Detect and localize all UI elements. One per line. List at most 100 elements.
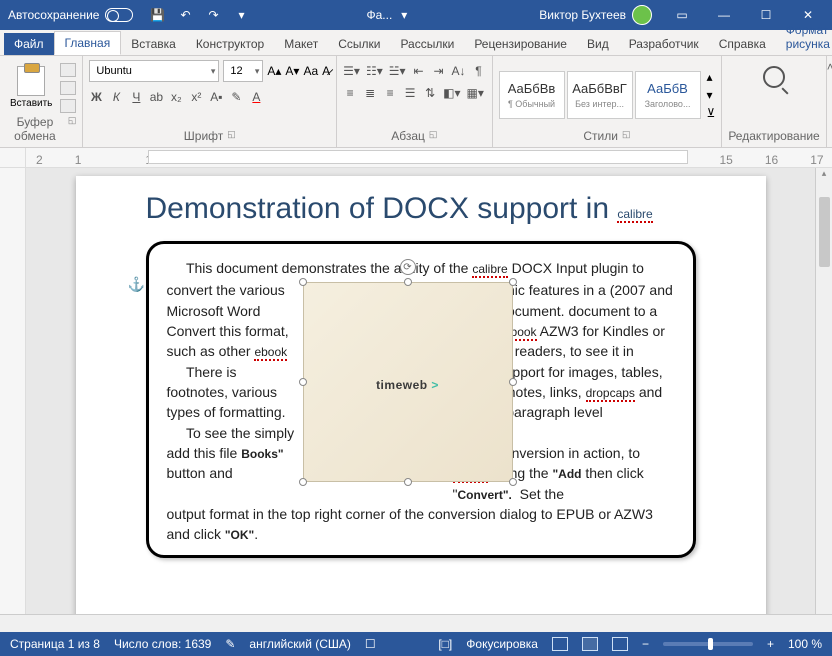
status-lang[interactable]: английский (США) [249, 637, 350, 651]
ribbon-options-icon[interactable]: ▭ [662, 2, 702, 28]
resize-handle[interactable] [404, 278, 412, 286]
tab-help[interactable]: Справка [709, 33, 776, 55]
collapse-ribbon-icon[interactable]: ˄ [827, 56, 832, 147]
bold-icon[interactable]: Ж [89, 90, 103, 104]
justify-icon[interactable]: ☰ [403, 86, 417, 100]
show-marks-icon[interactable]: ¶ [472, 64, 486, 78]
font-name-select[interactable]: Ubuntu [89, 60, 219, 82]
horizontal-scrollbar[interactable] [0, 614, 832, 632]
resize-handle[interactable] [509, 378, 517, 386]
numbering-icon[interactable]: ☷▾ [366, 64, 383, 78]
tab-format[interactable]: Формат рисунка [776, 19, 832, 55]
minimize-icon[interactable]: — [704, 2, 744, 28]
clear-format-icon[interactable]: A̷ [322, 64, 330, 78]
tab-mail[interactable]: Рассылки [390, 33, 464, 55]
tab-review[interactable]: Рецензирование [464, 33, 577, 55]
change-case-icon[interactable]: Aa [303, 64, 318, 78]
styles-down-icon[interactable]: ▾ [707, 88, 716, 102]
styles-up-icon[interactable]: ▴ [707, 70, 716, 84]
resize-handle[interactable] [509, 478, 517, 486]
style-heading[interactable]: АаБбВЗаголово... [635, 71, 701, 119]
format-painter-icon[interactable] [60, 99, 76, 113]
web-layout-icon[interactable] [612, 637, 628, 651]
cut-icon[interactable] [60, 63, 76, 77]
tab-view[interactable]: Вид [577, 33, 619, 55]
style-nospacing[interactable]: АаБбВвГБез интер... [567, 71, 633, 119]
clipboard-launcher-icon[interactable]: ◱ [68, 115, 77, 143]
sort-icon[interactable]: A↓ [452, 64, 466, 78]
grow-font-icon[interactable]: A▴ [267, 64, 281, 78]
tab-layout[interactable]: Макет [274, 33, 328, 55]
selected-image[interactable]: timeweb > ⟳ [303, 282, 513, 482]
superscript-icon[interactable]: x² [189, 90, 203, 104]
zoom-slider[interactable] [663, 642, 753, 646]
qat-more-icon[interactable]: ▾ [233, 7, 249, 23]
multilevel-icon[interactable]: ☱▾ [389, 64, 406, 78]
status-page[interactable]: Страница 1 из 8 [10, 637, 100, 651]
bullets-icon[interactable]: ☰▾ [343, 64, 360, 78]
underline-icon[interactable]: Ч [129, 90, 143, 104]
tab-design[interactable]: Конструктор [186, 33, 274, 55]
resize-handle[interactable] [404, 478, 412, 486]
print-layout-icon[interactable] [582, 637, 598, 651]
font-color-icon[interactable]: A [249, 90, 263, 104]
paragraph-end: output format in the top right corner of… [167, 504, 675, 545]
font-launcher-icon[interactable]: ◱ [227, 129, 236, 143]
page[interactable]: Demonstration of DOCX support in calibre… [76, 176, 766, 614]
style-normal[interactable]: АаБбВв¶ Обычный [499, 71, 565, 119]
vertical-scrollbar[interactable]: ▴ [815, 168, 832, 614]
anchor-icon[interactable]: ⚓ [128, 276, 145, 293]
shading-icon[interactable]: ◧▾ [443, 86, 460, 100]
zoom-out-icon[interactable]: − [642, 637, 649, 651]
toggle-switch[interactable] [105, 8, 133, 22]
focus-mode-icon[interactable]: [□] [438, 637, 452, 651]
status-words[interactable]: Число слов: 1639 [114, 637, 211, 651]
vertical-ruler[interactable] [0, 168, 26, 614]
indent-dec-icon[interactable]: ⇤ [412, 64, 426, 78]
subscript-icon[interactable]: x₂ [169, 90, 183, 104]
italic-icon[interactable]: К [109, 90, 123, 104]
redo-icon[interactable]: ↷ [205, 7, 221, 23]
horizontal-ruler[interactable]: 2112345678910111213141516171819 [0, 148, 832, 168]
align-center-icon[interactable]: ≣ [363, 86, 377, 100]
zoom-value[interactable]: 100 % [788, 637, 822, 651]
user-account[interactable]: Виктор Бухтеев [539, 5, 652, 25]
read-mode-icon[interactable] [552, 637, 568, 651]
styles-launcher-icon[interactable]: ◱ [622, 129, 631, 143]
resize-handle[interactable] [299, 478, 307, 486]
zoom-in-icon[interactable]: + [767, 637, 774, 651]
tab-refs[interactable]: Ссылки [328, 33, 390, 55]
line-spacing-icon[interactable]: ⇅ [423, 86, 437, 100]
title-dropdown-icon[interactable]: ▾ [396, 7, 412, 23]
status-accessibility-icon[interactable]: ☐ [365, 637, 376, 651]
status-proofing-icon[interactable]: ✎ [225, 637, 235, 651]
save-icon[interactable]: 💾 [149, 7, 165, 23]
strike-icon[interactable]: ab [149, 90, 163, 104]
indent-inc-icon[interactable]: ⇥ [432, 64, 446, 78]
styles-gallery[interactable]: АаБбВв¶ Обычный АаБбВвГБез интер... АаБб… [499, 71, 701, 119]
resize-handle[interactable] [299, 278, 307, 286]
styles-more-icon[interactable]: ⊻ [707, 106, 716, 120]
tab-file[interactable]: Файл [4, 33, 54, 55]
align-right-icon[interactable]: ≡ [383, 86, 397, 100]
text-effects-icon[interactable]: A▪ [209, 90, 223, 104]
rotate-handle-icon[interactable]: ⟳ [400, 259, 416, 275]
resize-handle[interactable] [299, 378, 307, 386]
paste-button[interactable]: Вставить [6, 64, 56, 111]
copy-icon[interactable] [60, 81, 76, 95]
highlight-icon[interactable]: ✎ [229, 90, 243, 104]
tab-home[interactable]: Главная [54, 31, 122, 55]
resize-handle[interactable] [509, 278, 517, 286]
autosave-toggle[interactable]: Автосохранение [8, 8, 133, 22]
align-left-icon[interactable]: ≡ [343, 86, 357, 100]
scrollbar-thumb[interactable] [819, 197, 830, 267]
para-launcher-icon[interactable]: ◱ [429, 129, 438, 143]
borders-icon[interactable]: ▦▾ [467, 86, 484, 100]
tab-insert[interactable]: Вставка [121, 33, 186, 55]
status-focus[interactable]: Фокусировка [466, 637, 538, 651]
shrink-font-icon[interactable]: A▾ [285, 64, 299, 78]
find-icon[interactable] [763, 66, 785, 88]
tab-dev[interactable]: Разработчик [619, 33, 709, 55]
undo-icon[interactable]: ↶ [177, 7, 193, 23]
font-size-select[interactable]: 12 [223, 60, 263, 82]
